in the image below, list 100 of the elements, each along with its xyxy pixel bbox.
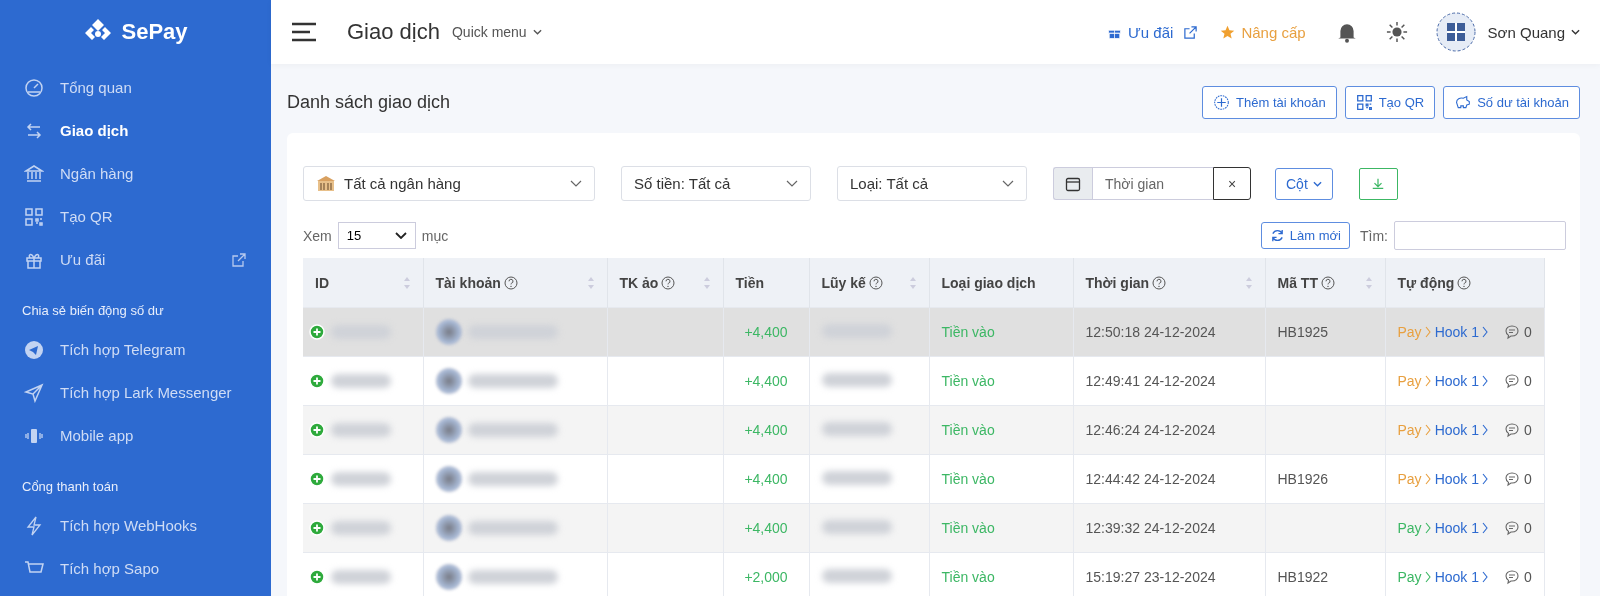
blurred-avatar [435,466,462,492]
blurred-avatar [435,564,462,590]
blurred-text [331,521,391,535]
date-field[interactable]: Thời gian [1092,167,1213,200]
show-label: Xem [303,227,332,244]
expand-icon[interactable] [309,324,325,340]
download-icon [1371,176,1386,191]
nav-item[interactable]: Giao dịch [0,109,271,152]
star-icon [1220,24,1236,40]
nav-item[interactable]: Tích hợp Sapo [0,547,271,590]
logo-text: SePay [121,19,188,45]
expand-icon[interactable] [309,520,325,536]
nav-item[interactable]: Tích hợp Telegram [0,328,271,371]
search-field[interactable] [1394,221,1566,250]
column-header: Tiền [723,258,809,308]
chevron-right-icon [1424,326,1431,338]
chevron-right-icon [1424,473,1431,485]
arrows-icon [24,120,44,141]
menu-icon[interactable] [291,22,317,42]
comment-count: 0 [1524,471,1532,487]
table-cell: 12:46:24 24-12-2024 [1073,405,1265,455]
column-header[interactable]: ID [303,258,423,308]
paper-plane-icon [24,382,44,403]
blurred-text [821,568,892,583]
hook-link[interactable]: Hook 1 [1434,422,1488,438]
help-icon [503,275,518,290]
offer-link[interactable]: Ưu đãi [1107,23,1209,41]
nav-item[interactable]: Tạo QR [0,195,271,238]
action-button[interactable]: Tạo QR [1344,86,1436,119]
expand-icon[interactable] [309,471,325,487]
blurred-avatar [435,368,462,394]
hook-link[interactable]: Hook 1 [1434,373,1488,389]
bell-icon[interactable] [1335,21,1358,43]
gauge-icon [24,77,44,98]
blurred-avatar [435,319,462,345]
user-menu-button[interactable]: Sơn Quang [1487,23,1580,41]
action-button[interactable]: Số dư tài khoản [1443,86,1580,119]
blurred-avatar [435,515,462,541]
download-button[interactable] [1358,167,1398,200]
table-cell: Tiền vào [929,552,1073,596]
refresh-button[interactable]: Làm mới [1260,222,1350,249]
amount-select[interactable]: Số tiền: Tất cả [621,166,811,201]
bank-icon [316,173,336,194]
qr-code-icon [1355,94,1373,111]
chevron-down-icon [1571,29,1580,35]
nav-item[interactable]: Ưu đãi [0,238,271,281]
sun-icon[interactable] [1385,21,1408,43]
page-size-select[interactable]: 15 [337,222,416,249]
chevron-down-icon [786,180,798,187]
help-icon [1320,275,1335,290]
bank-select[interactable]: Tất cả ngân hàng [303,166,595,201]
table-cell: HB1922 [1265,552,1385,596]
hook-link[interactable]: Hook 1 [1434,520,1488,536]
expand-icon[interactable] [309,422,325,438]
expand-icon[interactable] [309,569,325,585]
chevron-down-icon [394,232,407,239]
blurred-avatar [435,417,462,443]
action-button[interactable]: Thêm tài khoản [1202,86,1337,119]
blurred-text [331,570,391,584]
telegram-icon [24,339,44,360]
nav-item[interactable]: Tích hợp WebHooks [0,504,271,547]
comment-count: 0 [1524,373,1532,389]
column-header[interactable]: Mã TT [1265,258,1385,308]
blurred-text [331,374,391,388]
column-header[interactable]: Thời gian [1073,258,1265,308]
clear-button[interactable]: × [1213,167,1251,200]
chevron-right-icon [1424,571,1431,583]
comment-count: 0 [1524,520,1532,536]
avatar[interactable] [1435,12,1476,52]
chevron-right-icon [1482,473,1488,485]
chevron-down-icon [1002,180,1014,187]
section-title: Danh sách giao dịch [287,91,451,113]
table-cell: +4,400 [723,503,809,553]
nav-item[interactable]: Mobile app [0,414,271,457]
comment-icon [1504,569,1520,585]
nav-item[interactable]: Tích hợp Lark Messenger [0,371,271,414]
bank-icon [24,163,44,184]
hook-link[interactable]: Hook 1 [1434,471,1488,487]
comment-count: 0 [1524,324,1532,340]
sort-icon [702,275,711,290]
expand-icon[interactable] [309,373,325,389]
column-header: Tự động [1385,258,1545,308]
chevron-right-icon [1424,424,1431,436]
column-header[interactable]: Lũy kế [809,258,929,308]
nav-item[interactable]: Ngân hàng [0,152,271,195]
hook-link[interactable]: Hook 1 [1434,569,1488,585]
columns-button[interactable]: Cột [1275,167,1333,200]
blurred-text [331,472,391,486]
page-title: Giao dịch [347,19,440,45]
chevron-right-icon [1482,424,1488,436]
type-select[interactable]: Loại: Tất cả [837,166,1027,201]
quick-menu-button[interactable]: Quick menu [451,24,542,40]
section-heading: Cổng thanh toán [21,478,120,496]
nav-item[interactable]: Tổng quan [0,66,271,109]
external-link-icon [1183,24,1199,40]
chevron-down-icon [570,180,582,187]
column-header[interactable]: Tài khoản [423,258,607,308]
chevron-right-icon [1482,571,1488,583]
hook-link[interactable]: Hook 1 [1434,324,1488,340]
column-header[interactable]: TK ảo [607,258,723,308]
